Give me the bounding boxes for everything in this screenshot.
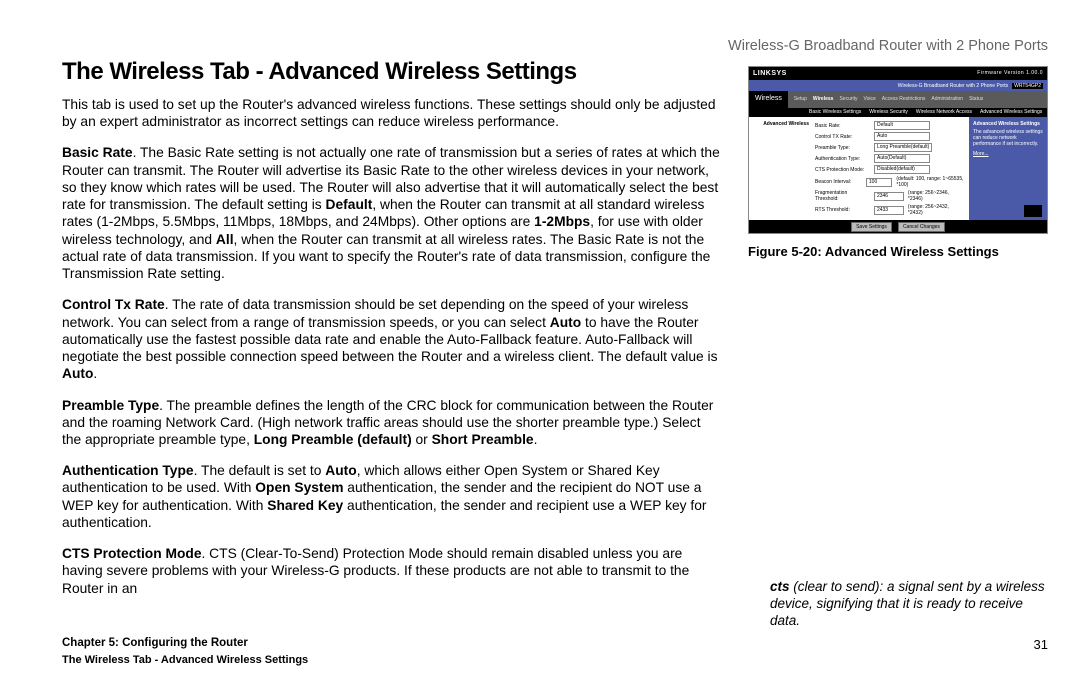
- fig-footer: Save Settings Cancel Changes: [749, 220, 1047, 233]
- control-tx-paragraph: Control Tx Rate. The rate of data transm…: [62, 296, 722, 382]
- glossary-note: cts (clear to send): a signal sent by a …: [770, 579, 1048, 630]
- basic-rate-label: Basic Rate: [62, 145, 133, 160]
- fig-subtabs: Basic Wireless Settings Wireless Securit…: [749, 108, 1047, 117]
- footer-section: The Wireless Tab - Advanced Wireless Set…: [62, 654, 1048, 666]
- fig-title-band: Wireless-G Broadband Router with 2 Phone…: [898, 83, 1008, 89]
- page-footer: Chapter 5: Configuring the Router 31 The…: [62, 637, 1048, 666]
- fig-fields: Basic Rate:Default Control TX Rate:Auto …: [811, 117, 969, 220]
- fig-cancel-button: Cancel Changes: [898, 222, 945, 232]
- fig-tabs: Setup Wireless Security Voice Access Res…: [788, 91, 1047, 108]
- auth-label: Authentication Type: [62, 463, 194, 478]
- cts-label: CTS Protection Mode: [62, 546, 202, 561]
- ctrl-tx-label: Control Tx Rate: [62, 297, 165, 312]
- cts-paragraph: CTS Protection Mode. CTS (Clear-To-Send)…: [62, 545, 722, 597]
- glossary-term: cts: [770, 579, 790, 594]
- fig-cisco-logo-icon: [1024, 205, 1042, 217]
- fig-fw: Firmware Version 1.00.0: [977, 70, 1043, 76]
- body-text: This tab is used to set up the Router's …: [62, 96, 722, 611]
- footer-chapter: Chapter 5: Configuring the Router: [62, 637, 248, 652]
- fig-section-label: Wireless: [749, 91, 788, 108]
- preamble-paragraph: Preamble Type. The preamble defines the …: [62, 397, 722, 449]
- figure-caption: Figure 5-20: Advanced Wireless Settings: [748, 244, 1048, 259]
- basic-rate-paragraph: Basic Rate. The Basic Rate setting is no…: [62, 144, 722, 282]
- page-title: The Wireless Tab - Advanced Wireless Set…: [62, 58, 577, 86]
- product-header: Wireless-G Broadband Router with 2 Phone…: [728, 38, 1048, 54]
- fig-model: WRT54GP2: [1012, 83, 1043, 89]
- fig-save-button: Save Settings: [851, 222, 892, 232]
- fig-group-col: Advanced Wireless: [749, 117, 811, 220]
- fig-brand: LINKSYS: [753, 70, 787, 77]
- page-number: 31: [1034, 637, 1048, 652]
- preamble-label: Preamble Type: [62, 398, 159, 413]
- figure-block: LINKSYS Firmware Version 1.00.0 Wireless…: [748, 66, 1048, 259]
- auth-paragraph: Authentication Type. The default is set …: [62, 462, 722, 531]
- glossary-def: (clear to send): a signal sent by a wire…: [770, 579, 1045, 628]
- figure-screenshot: LINKSYS Firmware Version 1.00.0 Wireless…: [748, 66, 1048, 234]
- intro-paragraph: This tab is used to set up the Router's …: [62, 96, 722, 130]
